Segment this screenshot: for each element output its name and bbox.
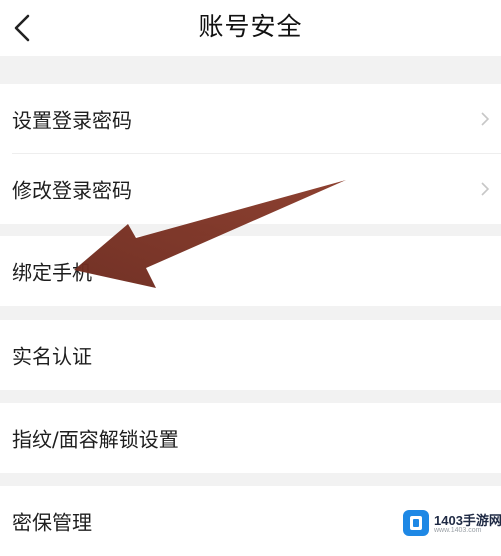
watermark-logo-icon [403,510,429,536]
watermark-subtext: www.1403.com [434,527,482,534]
password-section: 设置登录密码 修改登录密码 [0,84,501,224]
nav-bar: 账号安全 [0,0,501,56]
realname-section: 实名认证 [0,320,501,390]
row-label: 设置登录密码 [12,108,132,133]
row-label: 绑定手机 [12,260,92,285]
row-label: 实名认证 [12,344,92,369]
settings-row-real-name-auth[interactable]: 实名认证 [0,320,501,390]
chevron-right-icon [481,112,490,126]
phone-section: 绑定手机 [0,236,501,306]
biometric-section: 指纹/面容解锁设置 [0,403,501,473]
row-label: 指纹/面容解锁设置 [12,427,179,452]
settings-row-biometric-unlock[interactable]: 指纹/面容解锁设置 [0,403,501,473]
settings-row-set-login-password[interactable]: 设置登录密码 [0,84,501,154]
row-label: 修改登录密码 [12,178,132,203]
settings-row-change-login-password[interactable]: 修改登录密码 [0,154,501,224]
chevron-right-icon [481,182,490,196]
settings-row-bind-phone[interactable]: 绑定手机 [0,236,501,306]
page-title: 账号安全 [198,12,303,41]
site-watermark: 1403手游网 www.1403.com [398,505,501,545]
row-label: 密保管理 [12,510,92,535]
